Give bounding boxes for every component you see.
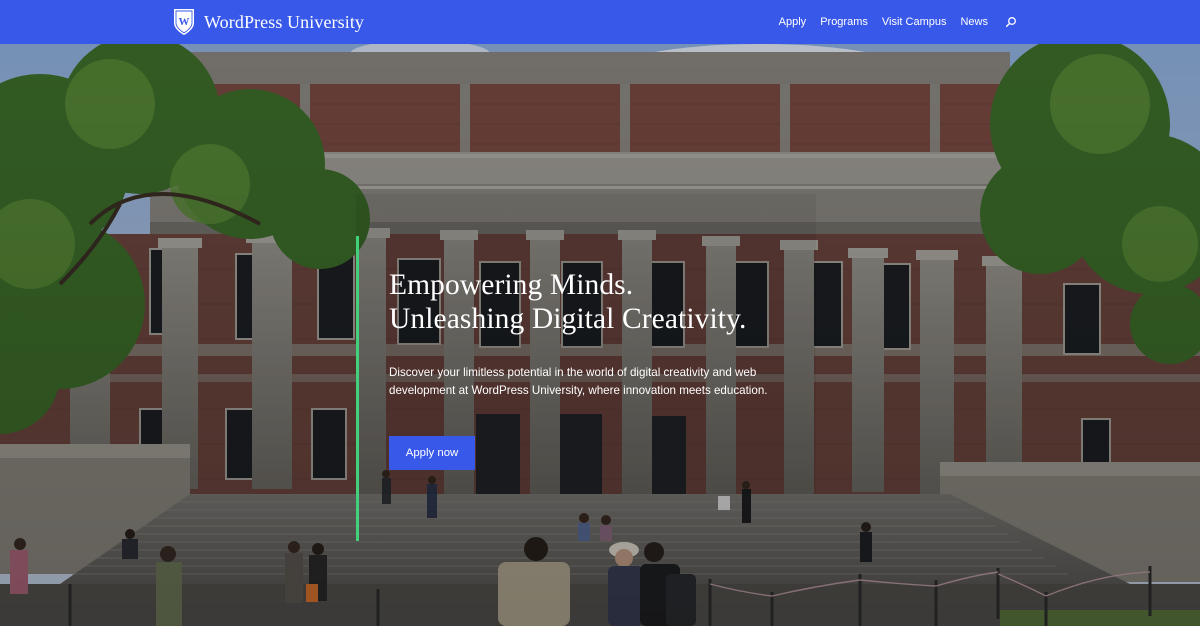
svg-text:W: W [179,16,190,28]
apply-now-button[interactable]: Apply now [389,436,475,470]
hero-accent-line [356,236,359,541]
hero-content: Empowering Minds. Unleashing Digital Cre… [389,268,809,400]
nav-item-apply[interactable]: Apply [779,16,807,28]
search-icon[interactable] [1005,16,1017,28]
hero-description: Discover your limitless potential in the… [389,366,768,397]
hero-headline: Empowering Minds. Unleashing Digital Cre… [389,268,809,336]
primary-nav: Apply Programs Visit Campus News [765,0,1017,44]
site-header: W WordPress University Apply Programs Vi… [0,0,1200,44]
nav-item-visit-campus[interactable]: Visit Campus [882,16,947,28]
shield-logo-icon: W [174,9,194,35]
hero-headline-line-1: Empowering Minds. [389,269,634,301]
nav-item-news[interactable]: News [960,16,988,28]
site-title: WordPress University [204,11,365,32]
hero-headline-line-2: Unleashing Digital Creativity. [389,303,747,335]
hero-section: Empowering Minds. Unleashing Digital Cre… [0,44,1200,626]
nav-item-programs[interactable]: Programs [820,16,868,28]
site-brand-link[interactable]: W WordPress University [173,8,364,36]
